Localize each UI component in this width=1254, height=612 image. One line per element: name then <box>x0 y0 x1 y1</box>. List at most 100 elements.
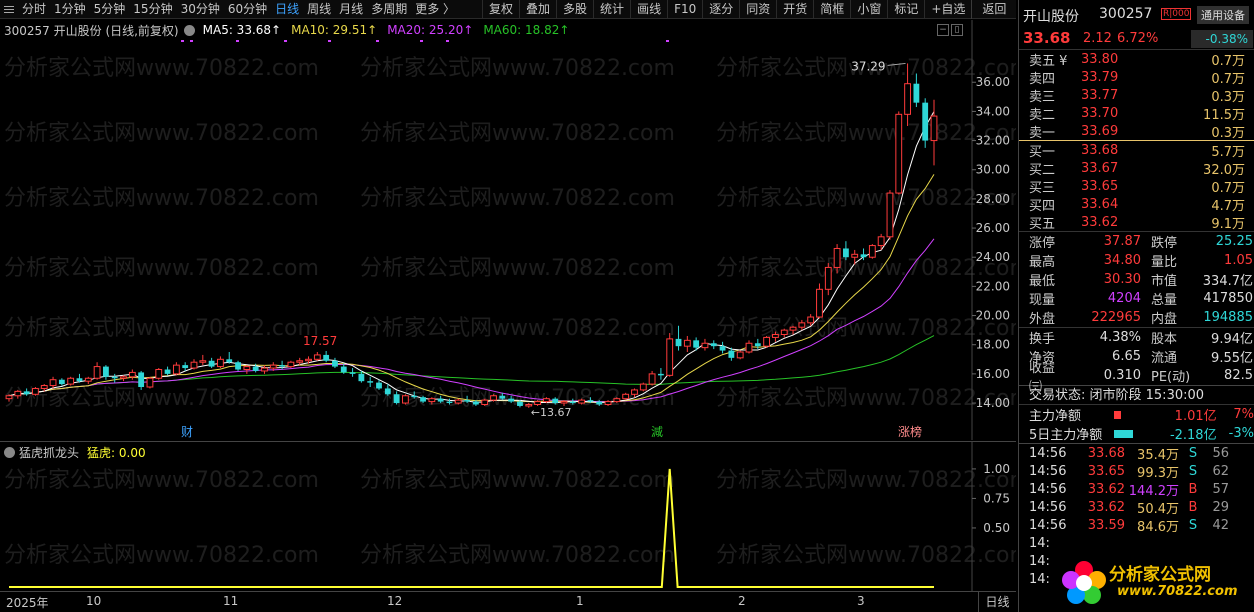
period-tab[interactable]: 月线 <box>335 0 367 19</box>
candle[interactable] <box>490 394 497 402</box>
tool-button[interactable]: 叠加 <box>519 0 556 19</box>
tool-button[interactable]: +自选 <box>924 0 971 19</box>
candle[interactable] <box>279 360 286 370</box>
close-panel-icon[interactable]: ▯ <box>951 24 963 36</box>
candle[interactable] <box>208 357 215 369</box>
candle[interactable] <box>111 373 118 383</box>
period-tab[interactable]: 分时 <box>18 0 50 19</box>
book-row[interactable]: 卖二 33.70 11.5万 <box>1019 104 1254 123</box>
tool-button[interactable]: 逐分 <box>702 0 739 19</box>
period-tab[interactable]: 5分钟 <box>90 0 130 19</box>
period-tab[interactable]: 多周期 <box>367 0 411 19</box>
candle[interactable] <box>886 190 894 240</box>
tool-button[interactable]: 小窗 <box>850 0 887 19</box>
candle[interactable] <box>895 111 903 195</box>
candle[interactable] <box>84 376 92 385</box>
gear-icon[interactable] <box>4 446 15 458</box>
tool-button[interactable]: 标记 <box>887 0 924 19</box>
candle[interactable] <box>340 363 347 374</box>
candle[interactable] <box>190 359 198 370</box>
back-button[interactable]: 返回 <box>971 0 1016 19</box>
book-row[interactable]: 买一 33.68 5.7万 <box>1019 141 1254 160</box>
candle[interactable] <box>102 365 109 380</box>
book-row[interactable]: 卖四 33.79 0.7万 <box>1019 68 1254 87</box>
period-tab[interactable]: 更多 〉 <box>411 0 459 19</box>
candle[interactable] <box>816 283 823 319</box>
candle[interactable] <box>666 333 674 377</box>
candle[interactable] <box>675 325 682 351</box>
tool-button[interactable]: 复权 <box>482 0 519 19</box>
kline-svg[interactable]: 分析家公式网www.70822.com 分析家公式网www.70822.com 分析… <box>0 20 1031 440</box>
candle[interactable] <box>235 360 241 371</box>
main-kline-chart[interactable]: 分析家公式网www.70822.com 分析家公式网www.70822.com 分析… <box>0 20 1031 440</box>
candle[interactable] <box>172 362 180 376</box>
period-tab[interactable]: 1分钟 <box>50 0 90 19</box>
event-marker[interactable]: 涨榜 <box>898 424 922 439</box>
candle[interactable] <box>67 376 75 386</box>
candle[interactable] <box>824 263 832 296</box>
candle[interactable] <box>745 340 753 354</box>
book-row[interactable]: 卖一 33.69 0.3万 <box>1019 122 1254 141</box>
gear-icon[interactable] <box>183 24 195 36</box>
period-tab[interactable]: 30分钟 <box>177 0 224 19</box>
book-row[interactable]: 买二 33.67 32.0万 <box>1019 159 1254 178</box>
event-marker[interactable]: 财 <box>181 425 193 439</box>
candle[interactable] <box>182 362 189 371</box>
tool-button[interactable]: F10 <box>667 0 702 19</box>
book-row[interactable]: 买三 33.65 0.7万 <box>1019 177 1254 196</box>
industry-index-pct[interactable]: -0.38% <box>1191 30 1253 48</box>
book-row[interactable]: 卖五 ¥ 33.80 0.7万 <box>1019 50 1254 69</box>
indicator-svg[interactable]: 分析家公式网www.70822.com 分析家公式网www.70822.com 分析… <box>0 442 1031 591</box>
menu-icon[interactable] <box>0 0 18 19</box>
period-tab[interactable]: 60分钟 <box>224 0 271 19</box>
candle[interactable] <box>402 394 409 405</box>
tool-button[interactable]: 同资 <box>739 0 776 19</box>
candle[interactable] <box>701 338 709 351</box>
tool-button[interactable]: 统计 <box>593 0 630 19</box>
candle[interactable] <box>313 352 321 361</box>
indicator-chart[interactable]: 分析家公式网www.70822.com 分析家公式网www.70822.com 分析… <box>0 441 1031 591</box>
book-row[interactable]: 买四 33.64 4.7万 <box>1019 195 1254 214</box>
candle[interactable] <box>146 376 154 389</box>
candle[interactable] <box>332 357 338 369</box>
candle[interactable] <box>58 378 65 386</box>
tool-button[interactable]: 多股 <box>556 0 593 19</box>
candle[interactable] <box>639 382 647 392</box>
event-marker[interactable]: 減 <box>651 424 663 439</box>
candle[interactable] <box>226 352 233 364</box>
tool-button[interactable]: 画线 <box>630 0 667 19</box>
candle[interactable] <box>164 366 171 376</box>
tool-button[interactable]: 开货 <box>776 0 813 19</box>
candle[interactable] <box>736 350 744 360</box>
candle[interactable] <box>719 341 726 354</box>
candle[interactable] <box>648 370 656 386</box>
candle[interactable] <box>922 98 929 148</box>
period-tab[interactable]: 日线 <box>271 0 303 19</box>
industry-button[interactable]: 通用设备 <box>1197 6 1249 24</box>
candle[interactable] <box>710 340 717 350</box>
period-indicator[interactable]: 日线 <box>978 592 1016 612</box>
candle[interactable] <box>930 99 938 166</box>
collapse-icon[interactable]: − <box>937 24 949 36</box>
candle[interactable] <box>349 368 356 377</box>
candle[interactable] <box>868 244 876 259</box>
candle[interactable] <box>199 354 207 366</box>
candle[interactable] <box>261 365 268 374</box>
candle[interactable] <box>323 350 330 363</box>
tool-button[interactable]: 简框 <box>813 0 850 19</box>
candle[interactable] <box>93 362 101 380</box>
period-tab[interactable]: 15分钟 <box>129 0 176 19</box>
candle[interactable] <box>622 392 630 401</box>
candle[interactable] <box>243 365 251 374</box>
candle[interactable] <box>155 368 163 380</box>
book-row[interactable]: 买五 33.62 9.1万 <box>1019 213 1254 232</box>
candle[interactable] <box>32 387 39 396</box>
candle[interactable] <box>217 356 224 369</box>
candle[interactable] <box>120 375 127 382</box>
candle[interactable] <box>287 360 295 369</box>
candle[interactable] <box>763 335 771 348</box>
candle[interactable] <box>128 369 136 380</box>
period-tab[interactable]: 周线 <box>303 0 335 19</box>
candle[interactable] <box>481 398 489 406</box>
book-row[interactable]: 卖三 33.77 0.3万 <box>1019 86 1254 105</box>
